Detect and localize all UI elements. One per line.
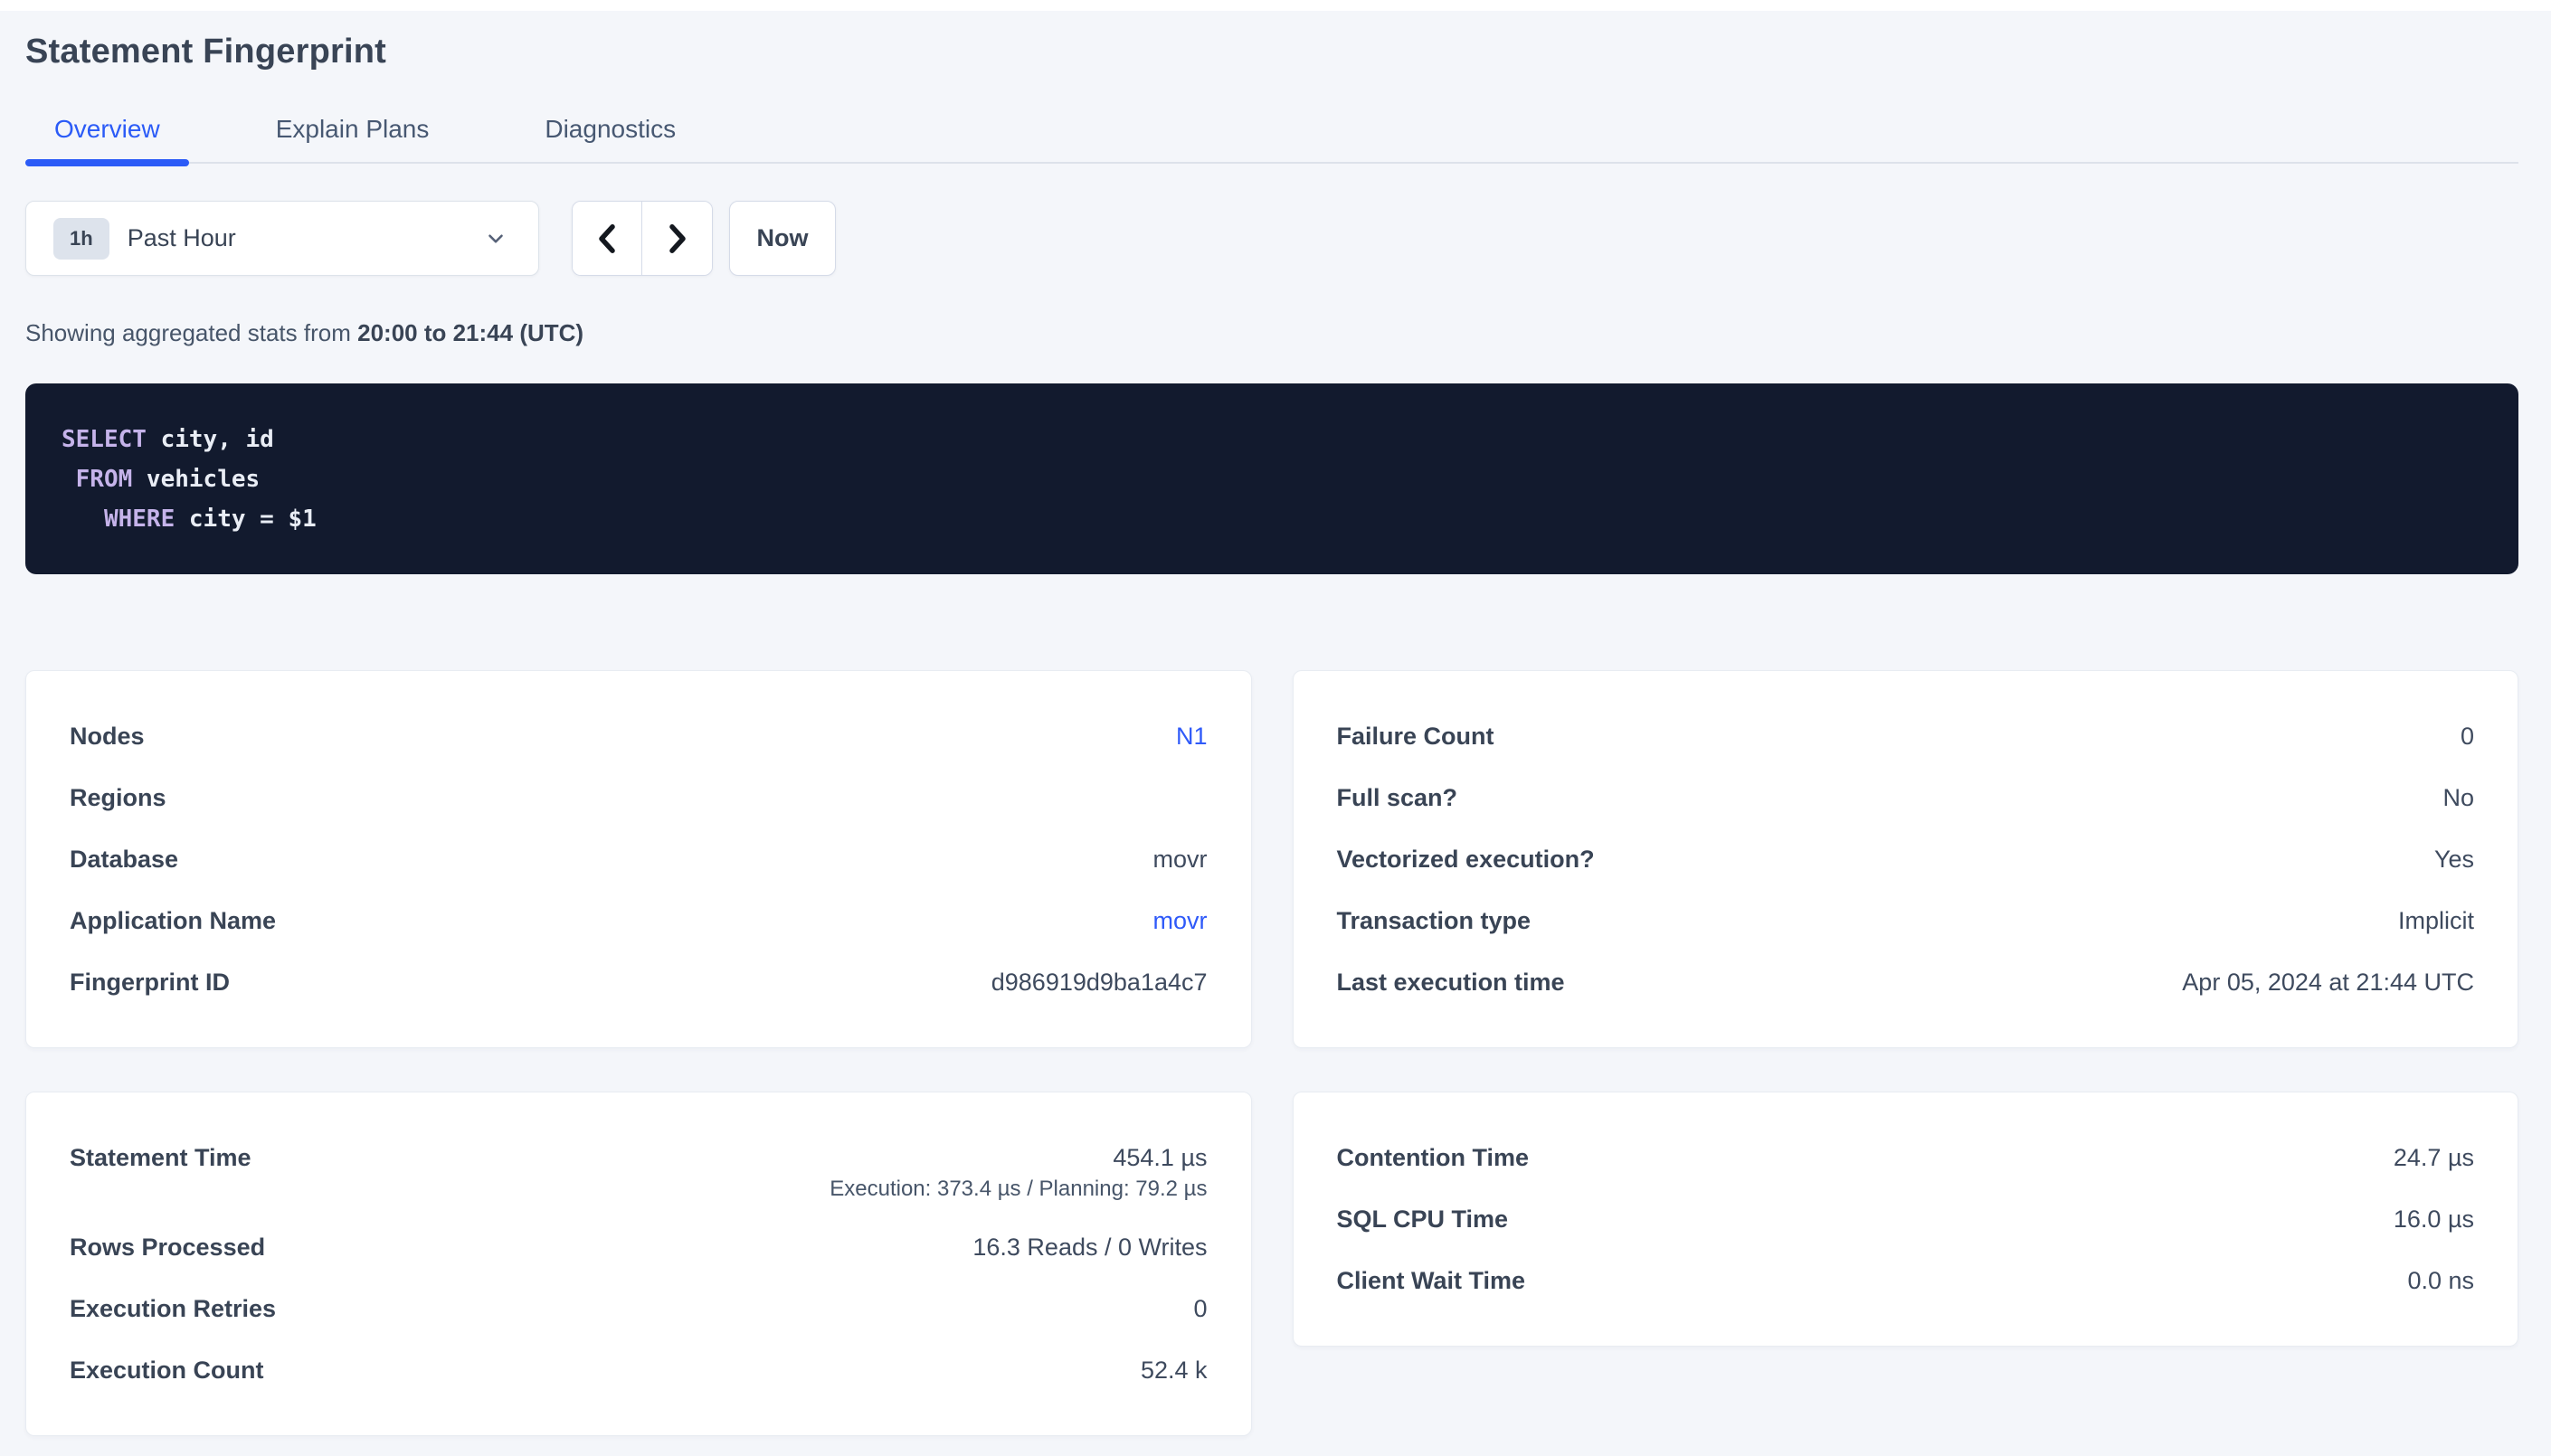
sql-text: vehicles (132, 466, 260, 493)
row-label: Transaction type (1337, 890, 1532, 951)
row-label: Execution Count (70, 1339, 264, 1401)
row-label: Full scan? (1337, 767, 1458, 828)
row-value: Yes (2434, 828, 2474, 890)
table-row: Vectorized execution? Yes (1337, 828, 2475, 890)
sql-text: city, id (147, 426, 274, 453)
row-label: Vectorized execution? (1337, 828, 1595, 890)
table-row: Full scan? No (1337, 767, 2475, 828)
row-value: 0 (2461, 705, 2474, 767)
execution-attributes-card: Failure Count 0 Full scan? No Vectorized… (1293, 670, 2519, 1048)
aggregated-stats-line: Showing aggregated stats from 20:00 to 2… (25, 319, 2518, 346)
page-title: Statement Fingerprint (25, 33, 2518, 71)
chevron-down-icon (484, 227, 507, 251)
nodes-link[interactable]: N1 (1176, 705, 1208, 767)
row-label: Failure Count (1337, 705, 1494, 767)
row-label: Application Name (70, 890, 276, 951)
table-row: Database movr (70, 828, 1208, 890)
table-row: Regions (70, 767, 1208, 828)
row-label: Nodes (70, 705, 145, 767)
time-controls: 1h Past Hour Now (25, 201, 2518, 276)
row-label: SQL CPU Time (1337, 1188, 1509, 1250)
row-label: Last execution time (1337, 951, 1565, 1013)
sql-line: SELECT city, id (62, 420, 2482, 459)
row-label: Client Wait Time (1337, 1250, 1526, 1311)
row-value: Apr 05, 2024 at 21:44 UTC (2182, 951, 2474, 1013)
table-row: Failure Count 0 (1337, 705, 2475, 767)
time-range-label: Past Hour (128, 224, 484, 252)
sql-line: FROM vehicles (62, 459, 2482, 499)
table-row: Transaction type Implicit (1337, 890, 2475, 951)
row-label: Regions (70, 767, 166, 828)
statement-time-card: Statement Time 454.1 µs Execution: 373.4… (25, 1092, 1252, 1436)
timing-cards-row: Statement Time 454.1 µs Execution: 373.4… (25, 1092, 2518, 1436)
row-label: Execution Retries (70, 1278, 276, 1339)
row-value: movr (1153, 828, 1208, 890)
sql-keyword: FROM (62, 466, 132, 493)
row-label: Fingerprint ID (70, 951, 230, 1013)
now-button[interactable]: Now (729, 201, 836, 276)
row-value: 16.3 Reads / 0 Writes (972, 1216, 1207, 1278)
application-name-link[interactable]: movr (1153, 890, 1208, 951)
table-row: Nodes N1 (70, 705, 1208, 767)
statement-fingerprint-page: Statement Fingerprint Overview Explain P… (0, 11, 2551, 1436)
sql-statement-box: SELECT city, id FROM vehicles WHERE city… (25, 383, 2518, 574)
stats-prefix: Showing aggregated stats from (25, 319, 357, 346)
statement-details-card: Nodes N1 Regions Database movr Applicati… (25, 670, 1252, 1048)
previous-time-button[interactable] (573, 202, 642, 275)
stats-range: 20:00 to 21:44 (UTC) (357, 319, 583, 346)
row-value: 16.0 µs (2394, 1188, 2474, 1250)
row-value: 0.0 ns (2407, 1250, 2474, 1311)
row-value: No (2442, 767, 2474, 828)
top-edge (0, 0, 2551, 11)
row-subvalue: Execution: 373.4 µs / Planning: 79.2 µs (830, 1176, 1207, 1203)
table-row: Application Name movr (70, 890, 1208, 951)
row-value: 24.7 µs (2394, 1127, 2474, 1188)
table-row: SQL CPU Time 16.0 µs (1337, 1188, 2475, 1250)
wait-time-card: Contention Time 24.7 µs SQL CPU Time 16.… (1293, 1092, 2519, 1347)
next-time-button[interactable] (642, 202, 712, 275)
sql-text: city = $1 (175, 506, 317, 533)
time-step-buttons (572, 201, 713, 276)
time-range-badge: 1h (53, 218, 109, 260)
table-row: Execution Retries 0 (70, 1278, 1208, 1339)
table-row: Execution Count 52.4 k (70, 1339, 1208, 1401)
sql-keyword: SELECT (62, 426, 147, 453)
table-row: Last execution time Apr 05, 2024 at 21:4… (1337, 951, 2475, 1013)
row-value: 52.4 k (1141, 1339, 1208, 1401)
row-label: Statement Time (70, 1127, 251, 1188)
row-label: Database (70, 828, 178, 890)
tab-overview[interactable]: Overview (25, 111, 189, 147)
row-value: 0 (1193, 1278, 1207, 1339)
table-row: Client Wait Time 0.0 ns (1337, 1250, 2475, 1311)
tab-bar: Overview Explain Plans Diagnostics (25, 111, 2518, 164)
row-label: Rows Processed (70, 1216, 265, 1278)
summary-cards-row: Nodes N1 Regions Database movr Applicati… (25, 670, 2518, 1048)
tab-explain-plans[interactable]: Explain Plans (247, 111, 459, 147)
table-row: Fingerprint ID d986919d9ba1a4c7 (70, 951, 1208, 1013)
table-row: Statement Time 454.1 µs Execution: 373.4… (70, 1127, 1208, 1203)
time-range-select[interactable]: 1h Past Hour (25, 201, 539, 276)
chevron-left-icon (593, 222, 621, 255)
tab-diagnostics[interactable]: Diagnostics (516, 111, 705, 147)
chevron-right-icon (664, 222, 691, 255)
row-label: Contention Time (1337, 1127, 1530, 1188)
table-row: Rows Processed 16.3 Reads / 0 Writes (70, 1216, 1208, 1278)
sql-keyword: WHERE (62, 506, 175, 533)
table-row: Contention Time 24.7 µs (1337, 1127, 2475, 1188)
row-value: Implicit (2398, 890, 2474, 951)
sql-line: WHERE city = $1 (62, 499, 2482, 539)
row-value: d986919d9ba1a4c7 (991, 951, 1208, 1013)
